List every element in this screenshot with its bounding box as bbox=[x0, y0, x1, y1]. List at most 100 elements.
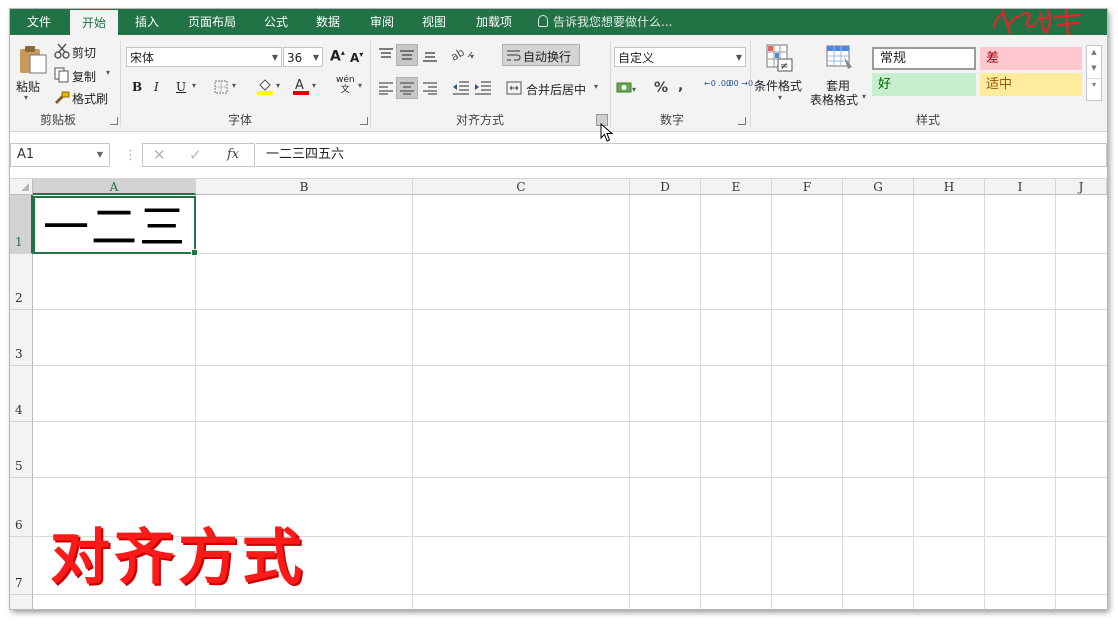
cancel-icon[interactable]: ✕ bbox=[153, 146, 166, 164]
style-bad[interactable]: 差 bbox=[980, 47, 1082, 70]
tab-page-layout[interactable]: 页面布局 bbox=[180, 9, 244, 35]
copy-dropdown-icon[interactable]: ▾ bbox=[106, 68, 110, 77]
wrap-text-button[interactable]: 自动换行 bbox=[502, 44, 580, 66]
borders-icon[interactable] bbox=[214, 80, 228, 94]
wrap-text-icon bbox=[507, 50, 521, 61]
phonetic-dropdown-icon[interactable]: ▾ bbox=[358, 81, 362, 90]
excel-window: 文件 开始 插入 页面布局 公式 数据 审阅 视图 加载项 告诉我您想要做什么.… bbox=[10, 9, 1107, 609]
decrease-decimal-button[interactable]: .00 →0 bbox=[726, 79, 753, 88]
align-left-icon[interactable] bbox=[378, 81, 394, 95]
tab-view[interactable]: 视图 bbox=[412, 9, 456, 35]
wrap-text-label: 自动换行 bbox=[523, 50, 572, 64]
column-header-e[interactable]: E bbox=[701, 179, 772, 195]
merge-center-icon[interactable] bbox=[506, 80, 522, 96]
style-normal[interactable]: 常规 bbox=[872, 47, 976, 70]
comma-button[interactable]: , bbox=[678, 78, 683, 94]
align-top-icon[interactable] bbox=[378, 47, 394, 61]
column-header-f[interactable]: F bbox=[772, 179, 843, 195]
enter-check-icon[interactable]: ✓ bbox=[189, 146, 202, 164]
paste-icon[interactable] bbox=[18, 43, 48, 75]
decrease-indent-icon[interactable] bbox=[452, 80, 470, 96]
column-header-g[interactable]: G bbox=[843, 179, 914, 195]
conditional-format-button[interactable]: 条件格式 bbox=[754, 77, 802, 94]
row-header-3[interactable]: 3 bbox=[10, 310, 33, 366]
italic-button[interactable]: I bbox=[154, 80, 159, 94]
row-header-8[interactable] bbox=[10, 595, 33, 609]
grow-font-button[interactable]: A▴ bbox=[330, 48, 345, 65]
align-center-button[interactable] bbox=[396, 77, 418, 99]
orientation-icon[interactable]: ab ▾ bbox=[450, 45, 476, 63]
align-bottom-icon[interactable] bbox=[422, 47, 438, 63]
row-header-5[interactable]: 5 bbox=[10, 422, 33, 478]
row-header-6[interactable]: 6 bbox=[10, 478, 33, 537]
column-header-d[interactable]: D bbox=[630, 179, 701, 195]
insert-function-button[interactable]: fx bbox=[227, 147, 239, 162]
name-box[interactable]: A1 ▼ bbox=[10, 143, 110, 167]
styles-gallery-scroll[interactable]: ▲ ▼ ▾ bbox=[1086, 45, 1102, 101]
conditional-format-dropdown-icon[interactable]: ▾ bbox=[778, 93, 782, 102]
paste-dropdown-icon[interactable]: ▾ bbox=[24, 93, 28, 102]
scroll-down-icon[interactable]: ▼ bbox=[1087, 58, 1101, 78]
font-launcher-icon[interactable] bbox=[360, 117, 368, 125]
row-header-2[interactable]: 2 bbox=[10, 254, 33, 310]
copy-button[interactable]: 复制 bbox=[72, 68, 96, 85]
column-header-c[interactable]: C bbox=[413, 179, 630, 195]
style-good[interactable]: 好 bbox=[872, 73, 976, 96]
row-header-4[interactable]: 4 bbox=[10, 366, 33, 422]
font-size-select[interactable]: 36 ▼ bbox=[283, 47, 323, 67]
font-name-select[interactable]: 宋体 ▼ bbox=[126, 47, 282, 67]
formula-input[interactable]: 一二三四五六 bbox=[256, 143, 1107, 167]
style-neutral[interactable]: 适中 bbox=[980, 73, 1082, 96]
fill-color-dropdown-icon[interactable]: ▾ bbox=[276, 81, 280, 90]
row-header-1[interactable]: 1 bbox=[10, 195, 33, 254]
merge-center-button[interactable]: 合并后居中 bbox=[526, 81, 586, 98]
percent-button[interactable]: % bbox=[654, 80, 668, 96]
column-header-a[interactable]: A bbox=[33, 179, 196, 195]
cut-button[interactable]: 剪切 bbox=[72, 44, 96, 61]
tab-formulas[interactable]: 公式 bbox=[254, 9, 298, 35]
number-launcher-icon[interactable] bbox=[738, 117, 746, 125]
cell-a1-text: 一二三 bbox=[43, 202, 187, 252]
conditional-format-icon: ≠ bbox=[766, 44, 793, 72]
select-all-button[interactable] bbox=[10, 179, 33, 195]
column-header-i[interactable]: I bbox=[985, 179, 1056, 195]
column-header-b[interactable]: B bbox=[196, 179, 413, 195]
row-header-7[interactable]: 7 bbox=[10, 537, 33, 595]
fill-handle[interactable] bbox=[191, 249, 198, 256]
font-color-icon[interactable]: A bbox=[292, 77, 310, 95]
format-as-table-button-line2[interactable]: 表格格式 bbox=[810, 91, 858, 108]
align-right-icon[interactable] bbox=[422, 81, 438, 95]
accounting-format-icon[interactable]: ▾ bbox=[616, 79, 638, 97]
bold-button[interactable]: B bbox=[132, 80, 142, 94]
gridline bbox=[842, 195, 843, 609]
tell-me-box[interactable]: 告诉我您想要做什么... bbox=[538, 9, 672, 35]
clipboard-launcher-icon[interactable] bbox=[110, 117, 118, 125]
font-color-dropdown-icon[interactable]: ▾ bbox=[312, 81, 316, 90]
cell-a1[interactable]: 一二三 bbox=[33, 196, 198, 256]
merge-dropdown-icon[interactable]: ▾ bbox=[594, 82, 598, 91]
tab-data[interactable]: 数据 bbox=[306, 9, 350, 35]
font-name-value: 宋体 bbox=[130, 51, 155, 65]
tab-file[interactable]: 文件 bbox=[16, 9, 62, 35]
format-painter-button[interactable]: 格式刷 bbox=[72, 90, 108, 107]
svg-text:A: A bbox=[295, 78, 304, 93]
column-header-j[interactable]: J bbox=[1056, 179, 1107, 195]
number-format-select[interactable]: 自定义 ▼ bbox=[614, 47, 746, 67]
column-header-h[interactable]: H bbox=[914, 179, 985, 195]
underline-dropdown-icon[interactable]: ▾ bbox=[192, 81, 196, 90]
tab-insert[interactable]: 插入 bbox=[124, 9, 170, 35]
tab-home[interactable]: 开始 bbox=[70, 10, 118, 35]
scroll-up-icon[interactable]: ▲ bbox=[1087, 46, 1101, 58]
formula-bar-grip[interactable]: ⋮ bbox=[124, 148, 137, 163]
underline-button[interactable]: U bbox=[176, 80, 186, 94]
align-middle-button[interactable] bbox=[396, 44, 418, 66]
more-styles-icon[interactable]: ▾ bbox=[1087, 78, 1101, 91]
tab-addins[interactable]: 加载项 bbox=[466, 9, 522, 35]
borders-dropdown-icon[interactable]: ▾ bbox=[232, 81, 236, 90]
phonetic-guide-button[interactable]: wén 文 bbox=[336, 75, 355, 95]
tab-review[interactable]: 审阅 bbox=[360, 9, 404, 35]
shrink-font-button[interactable]: A▾ bbox=[350, 50, 363, 65]
format-as-table-dropdown-icon[interactable]: ▾ bbox=[862, 92, 866, 101]
fill-color-icon[interactable] bbox=[256, 77, 274, 95]
increase-indent-icon[interactable] bbox=[474, 80, 492, 96]
